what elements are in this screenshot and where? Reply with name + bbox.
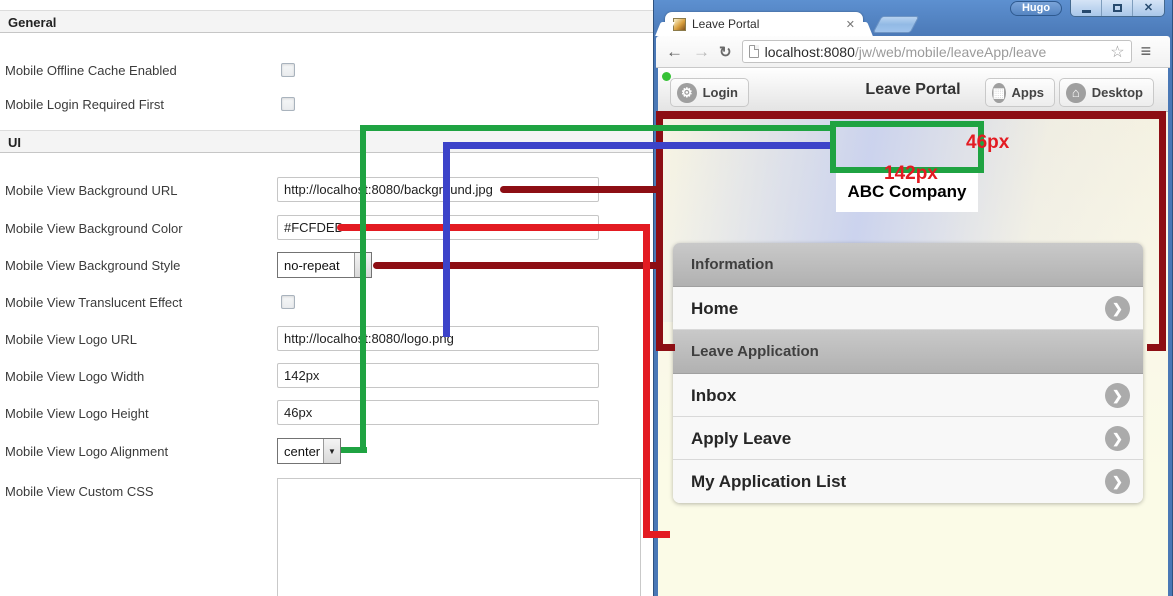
field-label: Mobile View Logo Width — [5, 369, 145, 384]
grid-icon: ▦ — [992, 82, 1006, 103]
translucent-effect-checkbox[interactable] — [281, 295, 295, 309]
close-window-button[interactable]: ✕ — [1133, 0, 1164, 16]
page-icon — [748, 45, 759, 58]
annotation-logo-width-label: 142px — [884, 163, 938, 184]
annotation-darkred-frame-top — [656, 111, 1166, 119]
browser-window: Hugo ✕ Leave Portal ✕ ← → ↻ localhost:80… — [653, 0, 1173, 596]
list-item-inbox[interactable]: Inbox ❯ — [673, 374, 1143, 417]
url-path: /jw/web/mobile/leaveApp/leave — [854, 43, 1047, 60]
back-icon[interactable]: ← — [666, 42, 683, 62]
field-label: Mobile View Background Color — [5, 221, 183, 236]
chevron-right-icon: ❯ — [1105, 469, 1130, 494]
field-label: Mobile View Logo Height — [5, 406, 149, 421]
field-label: Mobile Offline Cache Enabled — [5, 63, 177, 78]
logo-width-input[interactable] — [277, 363, 599, 388]
annotation-line-logo-alignment-h — [360, 125, 832, 131]
annotation-darkred-frame-left-hook — [656, 344, 675, 351]
gear-icon: ⚙ — [677, 82, 697, 103]
list-group-header: Information — [673, 243, 1143, 287]
logo-url-input[interactable] — [277, 326, 599, 351]
field-label: Mobile View Background Style — [5, 258, 181, 273]
favicon-icon — [673, 17, 686, 31]
field-label: Mobile View Translucent Effect — [5, 295, 183, 310]
background-style-select[interactable]: no-repeat ▼ — [277, 252, 372, 278]
forward-icon[interactable]: → — [693, 42, 710, 62]
login-required-checkbox[interactable] — [281, 97, 295, 111]
login-button[interactable]: ⚙ Login — [670, 78, 749, 107]
home-icon: ⌂ — [1066, 82, 1086, 103]
close-icon: ✕ — [1143, 1, 1154, 14]
annotation-line-background-color-v — [643, 224, 650, 538]
maximize-button[interactable] — [1102, 0, 1133, 16]
desktop-button[interactable]: ⌂ Desktop — [1059, 78, 1154, 107]
maximize-icon — [1112, 4, 1122, 12]
logo-alignment-select[interactable]: center ▼ — [277, 438, 341, 464]
minimize-button[interactable] — [1071, 0, 1102, 16]
minimize-icon — [1081, 9, 1091, 13]
field-label: Mobile View Logo URL — [5, 332, 137, 347]
new-tab-button[interactable] — [872, 16, 920, 33]
dropdown-arrow-icon: ▼ — [323, 439, 340, 463]
chevron-right-icon: ❯ — [1105, 383, 1130, 408]
tab-close-icon[interactable]: ✕ — [846, 18, 855, 31]
window-controls: ✕ — [1070, 0, 1165, 17]
mobile-app-header: ⚙ Login Leave Portal ▦ Apps ⌂ Desktop — [658, 69, 1168, 112]
annotation-line-background-color-hook — [643, 531, 670, 538]
field-label: Mobile View Custom CSS — [5, 484, 154, 499]
chevron-right-icon: ❯ — [1105, 426, 1130, 451]
menu-icon[interactable]: ≡ — [1141, 41, 1152, 62]
tab-title: Leave Portal — [692, 17, 760, 31]
annotation-line-logo-url-h — [443, 142, 836, 149]
annotation-darkred-frame-right-hook — [1147, 344, 1166, 351]
field-label: Mobile Login Required First — [5, 97, 164, 112]
annotation-line-background-color-h — [337, 224, 650, 231]
desktop-label: Desktop — [1091, 85, 1143, 100]
browser-tab[interactable]: Leave Portal ✕ — [665, 12, 863, 36]
apps-label: Apps — [1011, 85, 1045, 100]
custom-css-textarea[interactable] — [277, 478, 641, 596]
offline-cache-checkbox[interactable] — [281, 63, 295, 77]
list-group-header: Leave Application — [673, 330, 1143, 374]
list-item-label: My Application List — [691, 472, 847, 491]
reload-icon[interactable]: ↻ — [719, 43, 732, 61]
list-item-my-application-list[interactable]: My Application List ❯ — [673, 460, 1143, 503]
screenshot-root: General Mobile Offline Cache Enabled Mob… — [0, 0, 1173, 596]
bookmark-star-icon[interactable]: ☆ — [1110, 42, 1124, 62]
list-item-label: Apply Leave — [691, 429, 792, 448]
list-item-apply-leave[interactable]: Apply Leave ❯ — [673, 417, 1143, 460]
list-item-label: Inbox — [691, 386, 737, 405]
mobile-page-title: Leave Portal — [865, 81, 961, 98]
logo-height-input[interactable] — [277, 400, 599, 425]
list-item-label: Home — [691, 299, 739, 318]
browser-profile-button[interactable]: Hugo — [1010, 1, 1062, 16]
address-bar[interactable]: localhost:8080 /jw/web/mobile/leaveApp/l… — [741, 40, 1132, 63]
annotation-darkred-frame-right — [1159, 111, 1166, 351]
selected-value: center — [284, 444, 321, 459]
selected-value: no-repeat — [284, 258, 340, 273]
apps-button[interactable]: ▦ Apps — [985, 78, 1055, 107]
chevron-right-icon: ❯ — [1105, 296, 1130, 321]
settings-panel: General Mobile Offline Cache Enabled Mob… — [0, 0, 653, 596]
field-label: Mobile View Background URL — [5, 183, 178, 198]
annotation-logo-height-label: 46px — [966, 132, 1010, 153]
annotation-line-logo-url-v — [443, 142, 450, 337]
mobile-menu-list: Information Home ❯ Leave Application Inb… — [673, 243, 1143, 503]
browser-toolbar: ← → ↻ localhost:8080 /jw/web/mobile/leav… — [656, 36, 1170, 68]
url-host: localhost:8080 — [764, 43, 855, 60]
field-label: Mobile View Logo Alignment — [5, 444, 169, 459]
list-item-home[interactable]: Home ❯ — [673, 287, 1143, 330]
annotation-line-logo-alignment-v — [360, 125, 366, 453]
annotation-line-background-style — [373, 262, 663, 269]
annotation-line-background-url — [500, 186, 663, 193]
section-header-general: General — [0, 10, 653, 33]
login-label: Login — [702, 85, 738, 100]
